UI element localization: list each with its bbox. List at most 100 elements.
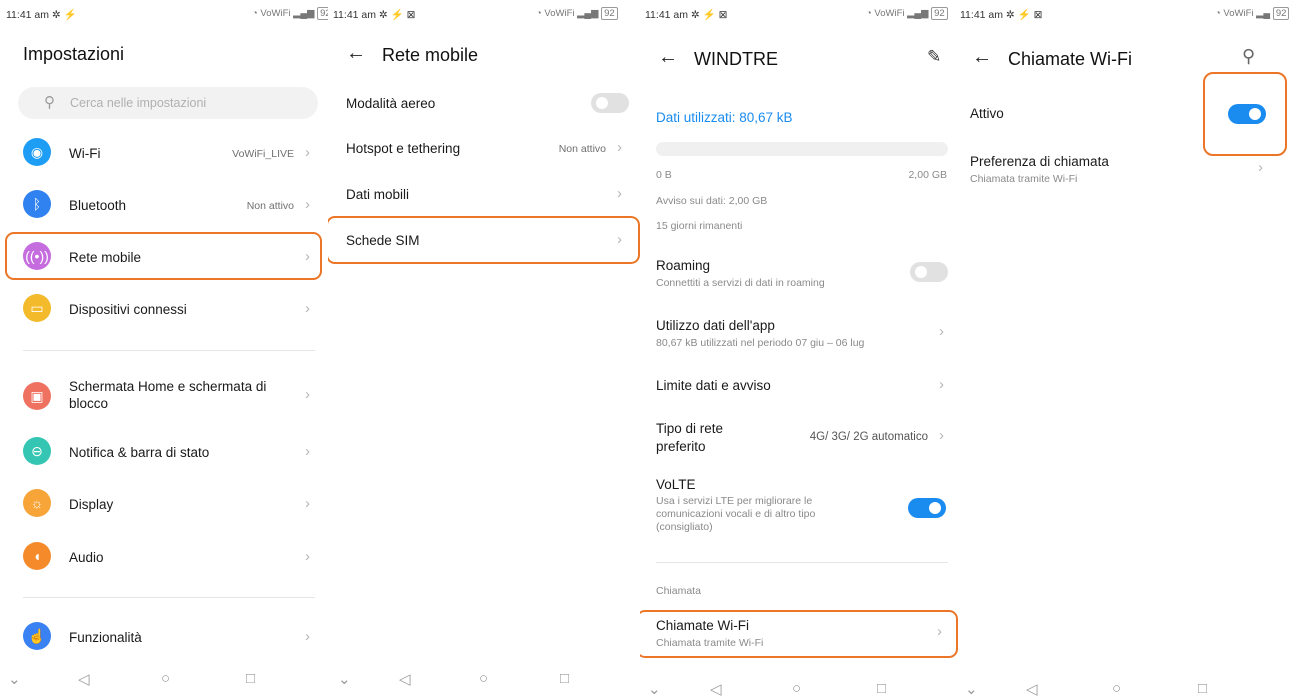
status-time: 11:41 am (6, 9, 49, 21)
home-nav-icon[interactable]: ○ (161, 670, 170, 687)
gear-status-icon: ✲ ⚡ ⊠ (690, 9, 728, 21)
chevron-right-icon: › (939, 376, 944, 393)
toggle-knob (915, 266, 927, 278)
back-nav-icon[interactable]: ◁ (710, 680, 722, 697)
connected-devices-icon: ▭ (23, 294, 51, 322)
status-bar-right: ◔ VoWiFi ▂▄▆ 92 (866, 7, 948, 20)
battery-level: 92 (317, 7, 328, 20)
item-label: Modalità aereo (346, 96, 436, 111)
battery-level: 92 (601, 7, 618, 20)
roaming-toggle[interactable] (910, 262, 948, 282)
recents-nav-icon[interactable]: □ (560, 670, 569, 687)
search-bar[interactable]: ⚲ Cerca nelle impostazioni (18, 87, 318, 119)
sim-detail-screen: 11:41 am ✲ ⚡ ⊠ ◔ VoWiFi ▂▄▆ 92 ← WINDTRE… (640, 0, 960, 697)
item-value: Non attivo (246, 200, 294, 212)
item-label-line2: blocco (69, 396, 109, 411)
item-sub: Chiamata tramite Wi-Fi (970, 173, 1078, 185)
recents-nav-icon[interactable]: □ (1198, 680, 1207, 697)
item-label-line1: Schermata Home e schermata di (69, 379, 267, 394)
data-usage-bar (656, 142, 948, 156)
search-icon[interactable]: ⚲ (1242, 46, 1255, 67)
recents-nav-icon[interactable]: □ (246, 670, 255, 687)
item-sub: 80,67 kB utilizzati nel periodo 07 giu –… (656, 337, 865, 349)
bluetooth-icon: ᛒ (23, 190, 51, 218)
back-arrow-icon[interactable]: ← (346, 42, 366, 65)
edit-pencil-icon[interactable]: ✎ (927, 47, 941, 67)
highlight-box (1203, 72, 1287, 156)
chevron-right-icon: › (305, 386, 310, 403)
notification-icon: ⊖ (23, 437, 51, 465)
settings-item-notifications[interactable]: ⊖ Notifica & barra di stato › (0, 432, 328, 472)
display-icon: ☼ (23, 489, 51, 517)
toggle-knob (929, 502, 941, 514)
item-label: Preferenza di chiamata (970, 154, 1109, 169)
chevron-right-icon: › (939, 323, 944, 340)
mobile-data-row[interactable]: Dati mobili › (328, 177, 640, 213)
network-type-row[interactable]: Tipo di rete preferito 4G/ 3G/ 2G automa… (640, 418, 960, 460)
chevron-down-icon[interactable]: ⌄ (8, 670, 21, 688)
recents-nav-icon[interactable]: □ (877, 680, 886, 697)
roaming-row[interactable]: Roaming Connettiti a servizi di dati in … (640, 252, 960, 294)
hotspot-row[interactable]: Hotspot e tethering Non attivo › (328, 131, 640, 167)
status-bar-left: 11:41 am ✲ ⚡ ⊠ (960, 8, 1042, 21)
wifi-status-icon: ◔ (866, 8, 872, 19)
airplane-mode-row[interactable]: Modalità aereo (328, 86, 640, 122)
data-limit-row[interactable]: Limite dati e avviso › (640, 368, 960, 404)
back-arrow-icon[interactable]: ← (972, 46, 992, 69)
days-left-label: 15 giorni rimanenti (656, 220, 743, 232)
settings-item-wifi[interactable]: ◉ Wi-Fi VoWiFi_LIVE › (0, 133, 328, 173)
item-sub-line3: (consigliato) (656, 521, 713, 533)
settings-item-home-screen[interactable]: ▣ Schermata Home e schermata di blocco › (0, 372, 328, 420)
signal-icon: ▂▄▆ (293, 8, 315, 19)
home-nav-icon[interactable]: ○ (1112, 680, 1121, 697)
status-time: 11:41 am (960, 9, 1003, 21)
highlight-box (328, 216, 640, 264)
chevron-down-icon[interactable]: ⌄ (965, 680, 978, 697)
chevron-right-icon: › (305, 300, 310, 317)
settings-item-bluetooth[interactable]: ᛒ Bluetooth Non attivo › (0, 185, 328, 225)
network-label: VoWiFi (544, 8, 575, 19)
settings-item-audio[interactable]: ◖ Audio › (0, 537, 328, 577)
wifi-status-icon: ◔ (252, 8, 258, 19)
page-title: Impostazioni (23, 44, 125, 64)
page-title: Rete mobile (382, 45, 479, 65)
item-sub-line1: Usa i servizi LTE per migliorare le (656, 495, 813, 507)
home-screen-icon: ▣ (23, 382, 51, 410)
search-icon: ⚲ (44, 94, 55, 111)
back-nav-icon[interactable]: ◁ (1026, 680, 1038, 697)
back-arrow-icon[interactable]: ← (658, 46, 678, 69)
item-sub: Connettiti a servizi di dati in roaming (656, 277, 825, 289)
chevron-right-icon: › (305, 443, 310, 460)
settings-item-display[interactable]: ☼ Display › (0, 484, 328, 524)
app-data-usage-row[interactable]: Utilizzo dati dell'app 80,67 kB utilizza… (640, 312, 960, 354)
home-nav-icon[interactable]: ○ (792, 680, 801, 697)
data-warning-label: Avviso sui dati: 2,00 GB (656, 195, 768, 207)
item-label: Notifica & barra di stato (69, 445, 210, 460)
home-nav-icon[interactable]: ○ (479, 670, 488, 687)
volte-toggle[interactable] (908, 498, 946, 518)
item-label-line2: preferito (656, 439, 706, 454)
volte-row[interactable]: VoLTE Usa i servizi LTE per migliorare l… (640, 474, 960, 542)
chevron-down-icon[interactable]: ⌄ (338, 670, 351, 688)
call-preference-row[interactable]: Preferenza di chiamata Chiamata tramite … (960, 148, 1289, 192)
divider (656, 562, 948, 563)
status-bar-right: ◔ VoWiFi ▂▄▆ 92 (252, 7, 328, 20)
back-nav-icon[interactable]: ◁ (399, 670, 411, 688)
item-value: Non attivo (558, 143, 606, 155)
data-used-label: Dati utilizzati: 80,67 kB (656, 110, 793, 125)
battery-level: 92 (931, 7, 948, 20)
airplane-mode-toggle[interactable] (591, 93, 629, 113)
item-value: VoWiFi_LIVE (232, 148, 294, 160)
chevron-right-icon: › (617, 139, 622, 156)
item-label-line1: Tipo di rete (656, 421, 724, 436)
item-label: Limite dati e avviso (656, 378, 771, 393)
signal-icon: ▂▄▆ (577, 8, 599, 19)
settings-item-features[interactable]: ☝ Funzionalità › (0, 617, 328, 657)
item-label: Bluetooth (69, 198, 127, 213)
mobile-network-screen: 11:41 am ✲ ⚡ ⊠ ◔ VoWiFi ▂▄▆ 92 ← Rete mo… (328, 0, 640, 697)
divider (23, 350, 315, 351)
network-label: VoWiFi (1223, 8, 1254, 19)
settings-item-connected-devices[interactable]: ▭ Dispositivi connessi › (0, 289, 328, 329)
chevron-down-icon[interactable]: ⌄ (648, 680, 661, 697)
back-nav-icon[interactable]: ◁ (78, 670, 90, 688)
